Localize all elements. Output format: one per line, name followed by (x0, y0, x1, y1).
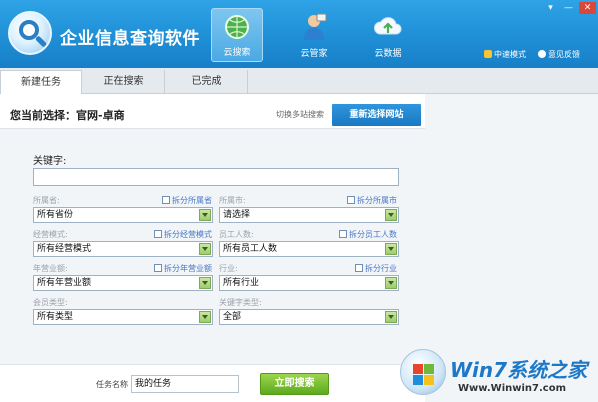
employees-value: 所有员工人数 (223, 244, 278, 254)
split-industry-label: 拆分行业 (365, 264, 397, 273)
revenue-label: 年营业额: (33, 264, 68, 273)
member-type-select[interactable]: 所有类型 (33, 309, 213, 325)
nav-label: 云搜索 (223, 48, 251, 58)
search-now-button[interactable]: 立即搜索 (260, 373, 329, 395)
task-name-input[interactable]: 我的任务 (131, 375, 239, 393)
menu-icon[interactable]: ▾ (542, 2, 559, 14)
revenue-select[interactable]: 所有年营业额 (33, 275, 213, 291)
feedback-link[interactable]: 意见反馈 (538, 49, 580, 60)
lightning-icon (484, 50, 492, 58)
task-name-label: 任务名称 (96, 380, 128, 389)
business-mode-value: 所有经营模式 (37, 244, 92, 254)
windows-logo-icon (400, 349, 446, 395)
split-revenue-label: 拆分年营业额 (164, 264, 212, 273)
feedback-label: 意见反馈 (548, 50, 580, 59)
watermark-url: Www.Winwin7.com (458, 383, 567, 394)
industry-select[interactable]: 所有行业 (219, 275, 399, 291)
reselect-site-button[interactable]: 重新选择网站 (332, 104, 421, 126)
keyword-label: 关键字: (33, 156, 67, 167)
revenue-value: 所有年营业额 (37, 278, 92, 288)
task-tabs: 新建任务 正在搜索 已完成 (0, 68, 598, 95)
switch-multisite-link[interactable]: 切换多站搜索 (276, 109, 324, 120)
chat-bubble-icon (538, 50, 546, 58)
split-city-label: 拆分所属市 (357, 196, 397, 205)
app-title: 企业信息查询软件 (60, 29, 200, 49)
city-label: 所属市: (219, 196, 246, 205)
minimize-icon[interactable]: — (560, 2, 577, 14)
split-province-checkbox[interactable]: 拆分所属省 (162, 195, 212, 206)
nav-label: 云数据 (374, 49, 402, 59)
employees-select[interactable]: 所有员工人数 (219, 241, 399, 257)
province-label: 所属省: (33, 196, 60, 205)
split-revenue-checkbox[interactable]: 拆分年营业额 (154, 263, 212, 274)
member-type-value: 所有类型 (37, 312, 74, 322)
dropdown-arrow-icon[interactable] (385, 311, 397, 323)
dropdown-arrow-icon[interactable] (199, 209, 211, 221)
split-employees-checkbox[interactable]: 拆分员工人数 (339, 229, 397, 240)
search-form: 关键字: 所属省: 拆分所属省 所有省份 所属市: 拆分所属市 请选择 经营模式… (14, 140, 414, 335)
speed-mode-link[interactable]: 中速模式 (484, 49, 526, 60)
nav-cloud-data[interactable]: 云数据 (362, 8, 414, 62)
split-province-label: 拆分所属省 (172, 196, 212, 205)
keyword-type-label: 关键字类型: (219, 298, 262, 307)
split-business-mode-label: 拆分经营模式 (164, 230, 212, 239)
manager-person-icon (304, 13, 327, 40)
split-city-checkbox[interactable]: 拆分所属市 (347, 195, 397, 206)
globe-search-icon (225, 15, 249, 39)
industry-value: 所有行业 (223, 278, 260, 288)
speed-mode-label: 中速模式 (494, 50, 526, 59)
bottom-bar: 任务名称 我的任务 立即搜索 (0, 364, 425, 402)
business-mode-select[interactable]: 所有经营模式 (33, 241, 213, 257)
split-employees-label: 拆分员工人数 (349, 230, 397, 239)
member-type-label: 会员类型: (33, 298, 68, 307)
business-mode-label: 经营模式: (33, 230, 68, 239)
province-value: 所有省份 (37, 210, 74, 220)
nav-cloud-manager[interactable]: 云管家 (288, 8, 340, 62)
province-select[interactable]: 所有省份 (33, 207, 213, 223)
keyword-type-value: 全部 (223, 312, 242, 322)
tab-searching[interactable]: 正在搜索 (83, 70, 165, 94)
selection-bar: 您当前选择：官网-卓商 切换多站搜索 重新选择网站 (0, 94, 425, 129)
keyword-type-select[interactable]: 全部 (219, 309, 399, 325)
watermark-brand: Win7系统之家 (450, 358, 588, 382)
city-select[interactable]: 请选择 (219, 207, 399, 223)
dropdown-arrow-icon[interactable] (199, 311, 211, 323)
title-bar: 企业信息查询软件 云搜索 云管家 云数据 ▾ — ✕ 中速模式 意见反馈 (0, 0, 598, 68)
split-business-mode-checkbox[interactable]: 拆分经营模式 (154, 229, 212, 240)
employees-label: 员工人数: (219, 230, 254, 239)
dropdown-arrow-icon[interactable] (385, 243, 397, 255)
current-selection: 您当前选择：官网-卓商 (10, 109, 125, 122)
tab-new-task[interactable]: 新建任务 (0, 70, 82, 95)
dropdown-arrow-icon[interactable] (385, 209, 397, 221)
city-value: 请选择 (223, 210, 251, 220)
dropdown-arrow-icon[interactable] (199, 243, 211, 255)
tab-completed[interactable]: 已完成 (166, 70, 248, 94)
keyword-input[interactable] (33, 168, 399, 186)
industry-label: 行业: (219, 264, 238, 273)
watermark: Win7系统之家 Www.Winwin7.com (400, 344, 598, 402)
nav-cloud-search[interactable]: 云搜索 (211, 8, 263, 62)
cloud-data-icon (374, 17, 402, 35)
app-logo-icon (8, 11, 52, 55)
nav-label: 云管家 (300, 49, 328, 59)
dropdown-arrow-icon[interactable] (385, 277, 397, 289)
dropdown-arrow-icon[interactable] (199, 277, 211, 289)
close-icon[interactable]: ✕ (579, 2, 596, 14)
split-industry-checkbox[interactable]: 拆分行业 (355, 263, 397, 274)
